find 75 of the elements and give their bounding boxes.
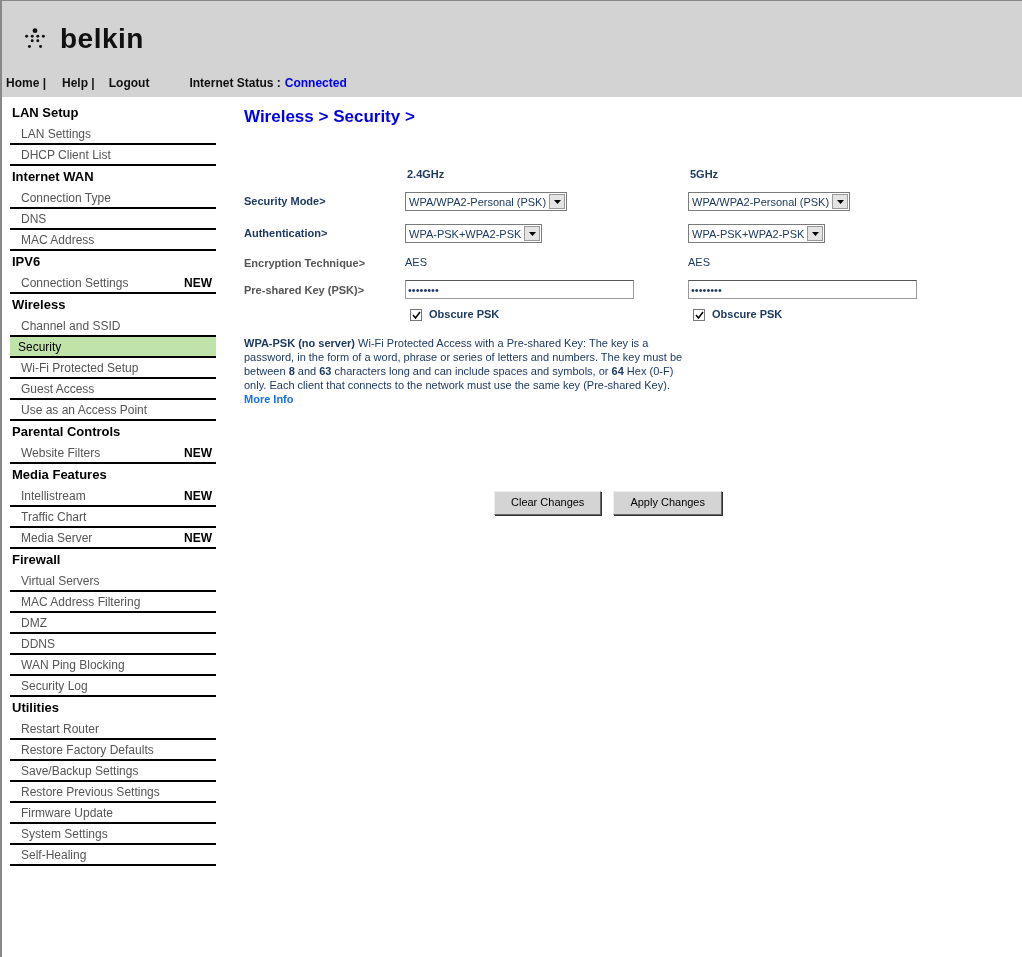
psk-field[interactable]: •••••••• xyxy=(405,280,634,299)
new-label: NEW xyxy=(184,529,212,547)
mode-dropdown[interactable]: WPA/WPA2-Personal (PSK) xyxy=(405,192,568,212)
encryption-value: AES xyxy=(688,255,710,271)
caret-icon xyxy=(811,231,819,236)
encryption-value: AES xyxy=(405,255,427,271)
more-info-link[interactable]: More Info xyxy=(244,392,294,405)
auth-dropdown[interactable]: WPA-PSK+WPA2-PSK xyxy=(688,224,826,244)
mode-dropdown[interactable]: WPA/WPA2-Personal (PSK) xyxy=(688,192,851,212)
dots-logo-icon xyxy=(22,26,48,51)
checkbox-label: Obscure PSK xyxy=(429,307,500,323)
auth-dropdown[interactable]: WPA-PSK+WPA2-PSK xyxy=(405,224,543,244)
menu-item[interactable]: Traffic Chart xyxy=(10,507,216,528)
menu-item[interactable]: DMZ xyxy=(10,613,216,634)
section-heading: Media Features xyxy=(11,466,108,484)
nav-link[interactable]: Help | xyxy=(62,74,95,92)
new-label: NEW xyxy=(184,444,212,462)
menu-item[interactable]: Guest Access xyxy=(10,379,216,400)
section-heading: IPV6 xyxy=(11,253,42,271)
page-title: Wireless > Security > xyxy=(244,106,416,128)
brand-logo: belkin xyxy=(60,21,144,56)
section-heading: Parental Controls xyxy=(11,423,122,441)
menu-item[interactable]: MAC Address Filtering xyxy=(10,592,216,613)
check-icon xyxy=(411,310,421,319)
caret-icon xyxy=(528,231,536,236)
menu-item[interactable]: Connection Settings NEW xyxy=(10,273,216,294)
menu-item[interactable]: Intellistream NEW xyxy=(10,486,216,507)
field-label: Security Mode> xyxy=(244,193,327,209)
action-button[interactable]: Apply Changes xyxy=(613,490,722,515)
action-button[interactable]: Clear Changes xyxy=(494,490,602,515)
checkbox[interactable] xyxy=(693,308,705,321)
menu-item[interactable]: WAN Ping Blocking xyxy=(10,655,216,676)
psk-field[interactable]: •••••••• xyxy=(688,280,917,299)
menu-item[interactable]: LAN Settings xyxy=(10,124,216,145)
nav-link[interactable]: Logout xyxy=(108,74,150,92)
menu-item[interactable]: Security xyxy=(10,337,216,358)
status-value: Connected xyxy=(284,75,347,92)
menu-item[interactable]: Virtual Servers xyxy=(10,571,216,592)
menu-item[interactable]: Security Log xyxy=(10,676,216,697)
new-label: NEW xyxy=(184,487,212,505)
check-icon xyxy=(694,310,704,319)
section-heading: Internet WAN xyxy=(11,168,95,186)
band-heading: 5GHz xyxy=(689,166,720,182)
field-label: Pre-shared Key (PSK)> xyxy=(244,282,366,298)
menu-item[interactable]: DDNS xyxy=(10,634,216,655)
menu-item[interactable]: Connection Type xyxy=(10,188,216,209)
menu-item[interactable]: Save/Backup Settings xyxy=(10,761,216,782)
menu-item[interactable]: Wi-Fi Protected Setup xyxy=(10,358,216,379)
band-heading: 2.4GHz xyxy=(406,166,446,182)
caret-icon xyxy=(836,199,844,204)
menu-item[interactable]: Restore Previous Settings xyxy=(10,782,216,803)
section-heading: Wireless xyxy=(11,296,67,314)
field-label: Encryption Technique> xyxy=(244,255,367,271)
menu-item[interactable]: Use as an Access Point xyxy=(10,400,216,421)
menu-item[interactable]: System Settings xyxy=(10,824,216,845)
caret-icon xyxy=(553,199,561,204)
nav-link[interactable]: Home | xyxy=(6,74,47,92)
menu-item[interactable]: Website Filters NEW xyxy=(10,443,216,464)
field-label: Authentication> xyxy=(244,225,329,241)
menu-item[interactable]: Self-Healing xyxy=(10,845,216,866)
checkbox-label: Obscure PSK xyxy=(712,307,783,323)
menu-item[interactable]: Firmware Update xyxy=(10,803,216,824)
section-heading: Utilities xyxy=(11,699,60,717)
menu-item[interactable]: DNS xyxy=(10,209,216,230)
section-heading: LAN Setup xyxy=(11,104,80,122)
status-label: Internet Status : xyxy=(189,75,281,92)
menu-item[interactable]: MAC Address xyxy=(10,230,216,251)
menu-item[interactable]: Media Server NEW xyxy=(10,528,216,549)
menu-item[interactable]: DHCP Client List xyxy=(10,145,216,166)
help-text: WPA-PSK (no server) Wi-Fi Protected Access with a Pre-shared Key: The key is a password, in the form of a word, phrase or series of letters and numbers. The key must be between 8 and 63 characters long and can include spaces and symbols, or 64 Hex (0-F) only. Each client that connects to the network must use the same key (Pre-shared Key). xyxy=(244,335,684,392)
section-heading: Firewall xyxy=(11,551,62,569)
new-label: NEW xyxy=(184,274,212,292)
checkbox[interactable] xyxy=(410,308,422,321)
menu-item[interactable]: Restart Router xyxy=(10,719,216,740)
menu-item[interactable]: Restore Factory Defaults xyxy=(10,740,216,761)
